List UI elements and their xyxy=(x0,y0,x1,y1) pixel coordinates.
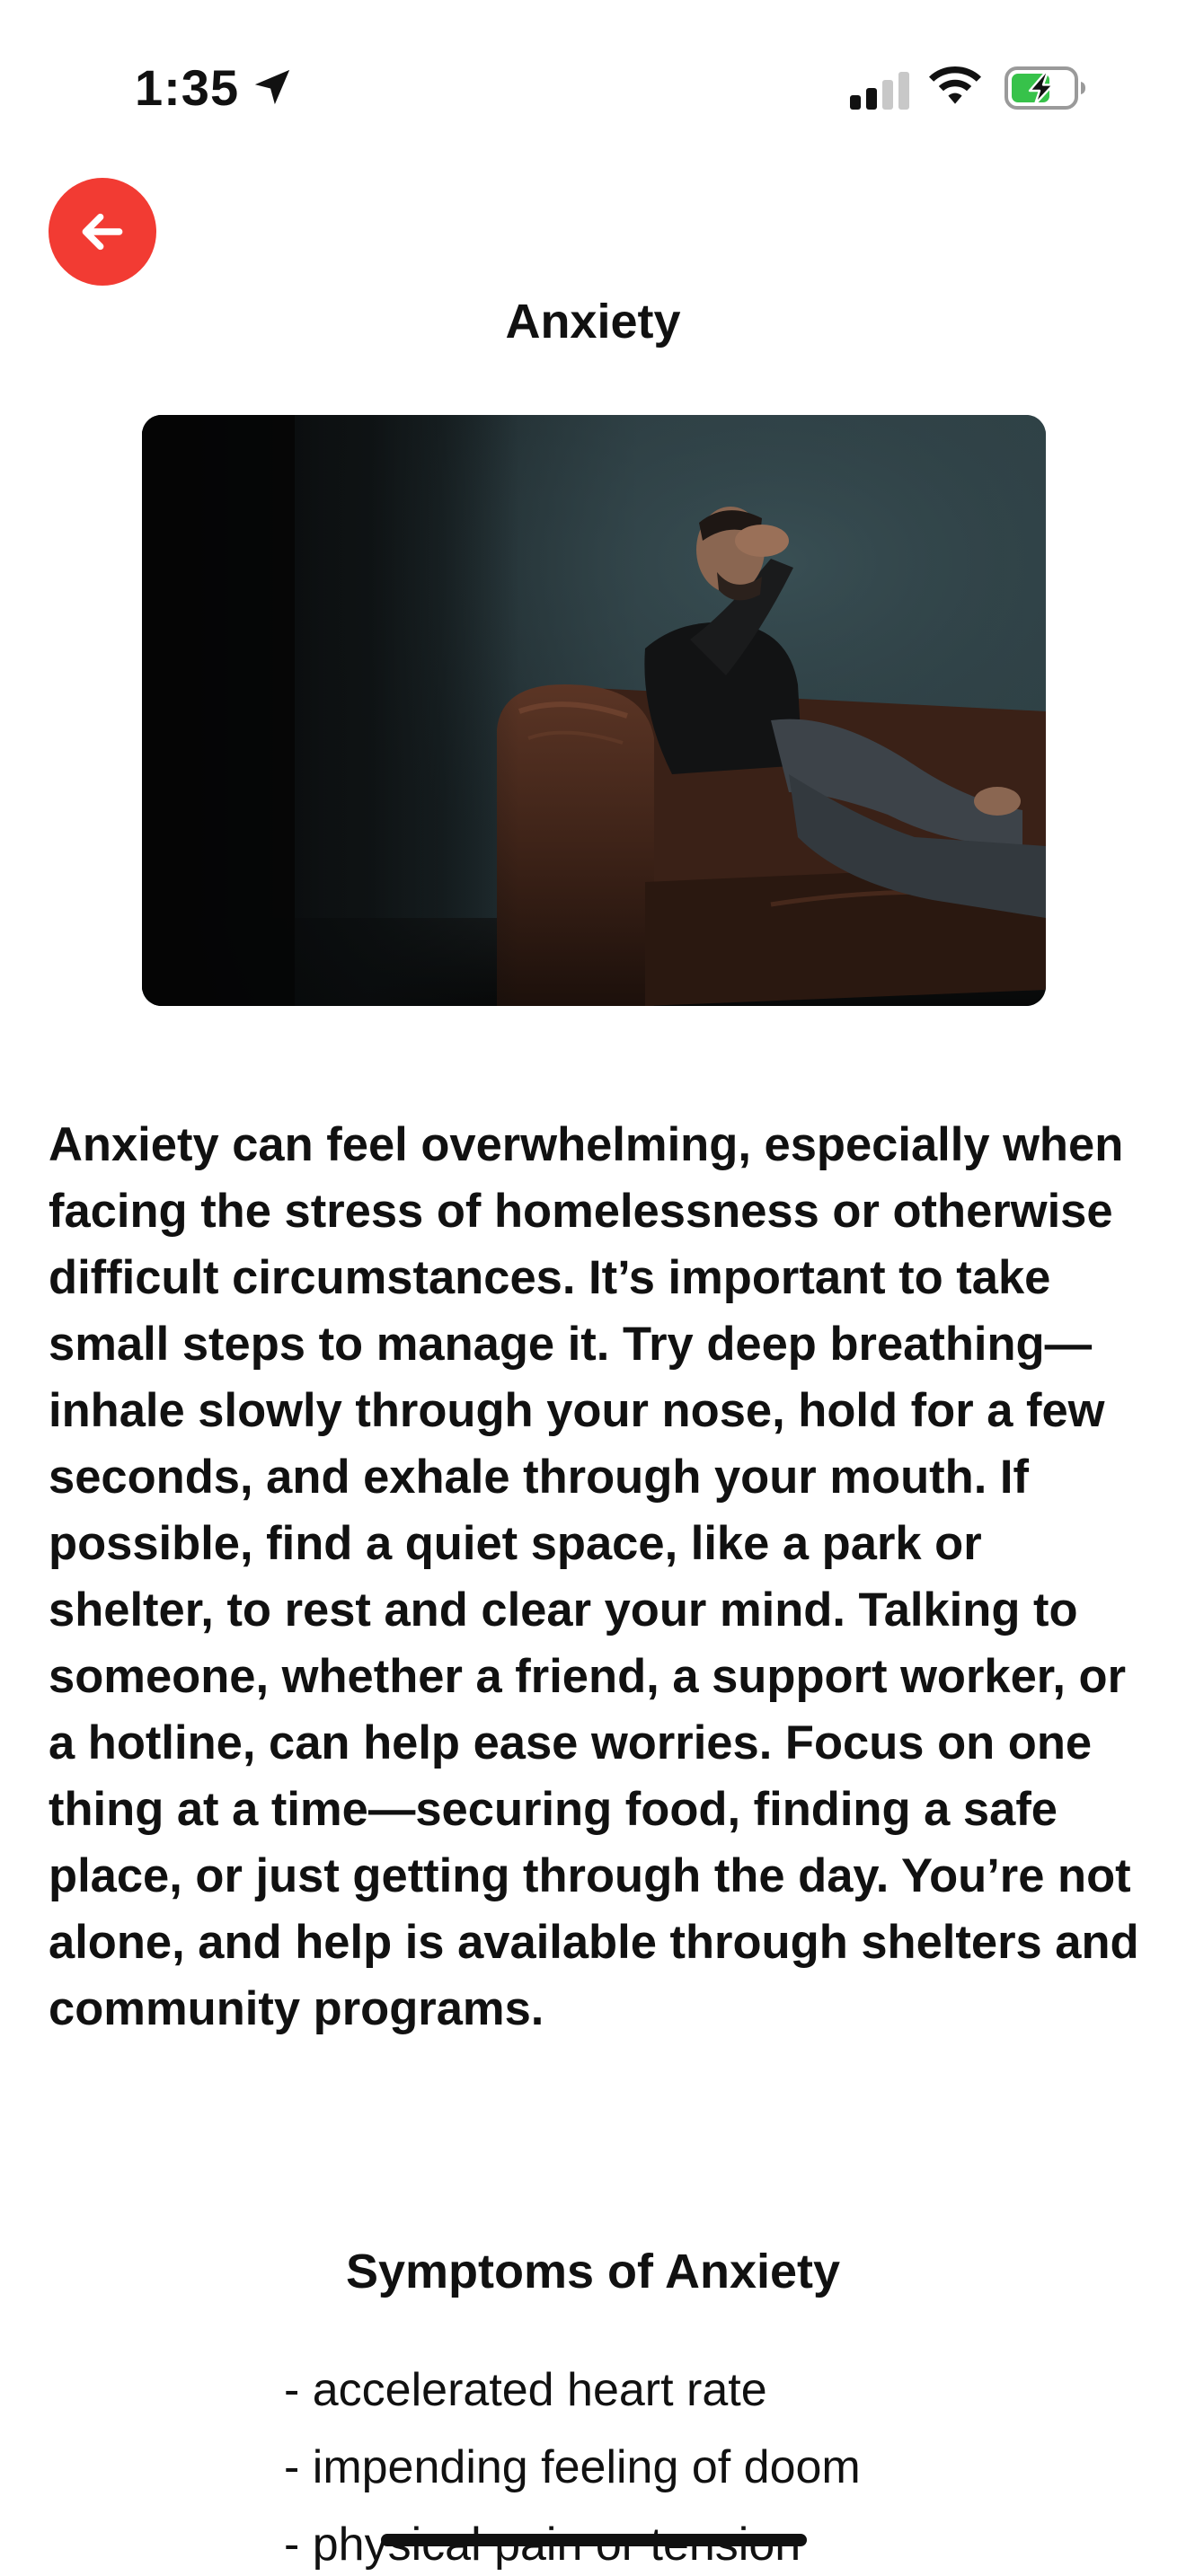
status-bar: 1:35 xyxy=(0,0,1186,171)
battery-charging-icon xyxy=(1005,66,1085,110)
hero-image xyxy=(142,415,1046,1006)
symptoms-heading: Symptoms of Anxiety xyxy=(345,2245,841,2298)
list-item: - accelerated heart rate xyxy=(284,2364,767,2416)
page-title: Anxiety xyxy=(505,295,681,348)
anxiety-page: 1:35 Anxiety Anxiety can feel overwhelmi… xyxy=(0,0,1186,2576)
wifi-icon xyxy=(929,66,981,104)
cellular-signal-icon xyxy=(850,72,909,110)
list-item: - impending feeling of doom xyxy=(284,2441,861,2493)
anxiety-description: Anxiety can feel overwhelming, especiall… xyxy=(49,1118,1139,2035)
location-arrow-icon xyxy=(254,69,290,105)
status-time: 1:35 xyxy=(135,59,240,116)
home-indicator[interactable] xyxy=(381,2534,807,2546)
arrow-left-icon xyxy=(82,213,123,251)
back-button[interactable] xyxy=(49,178,156,286)
